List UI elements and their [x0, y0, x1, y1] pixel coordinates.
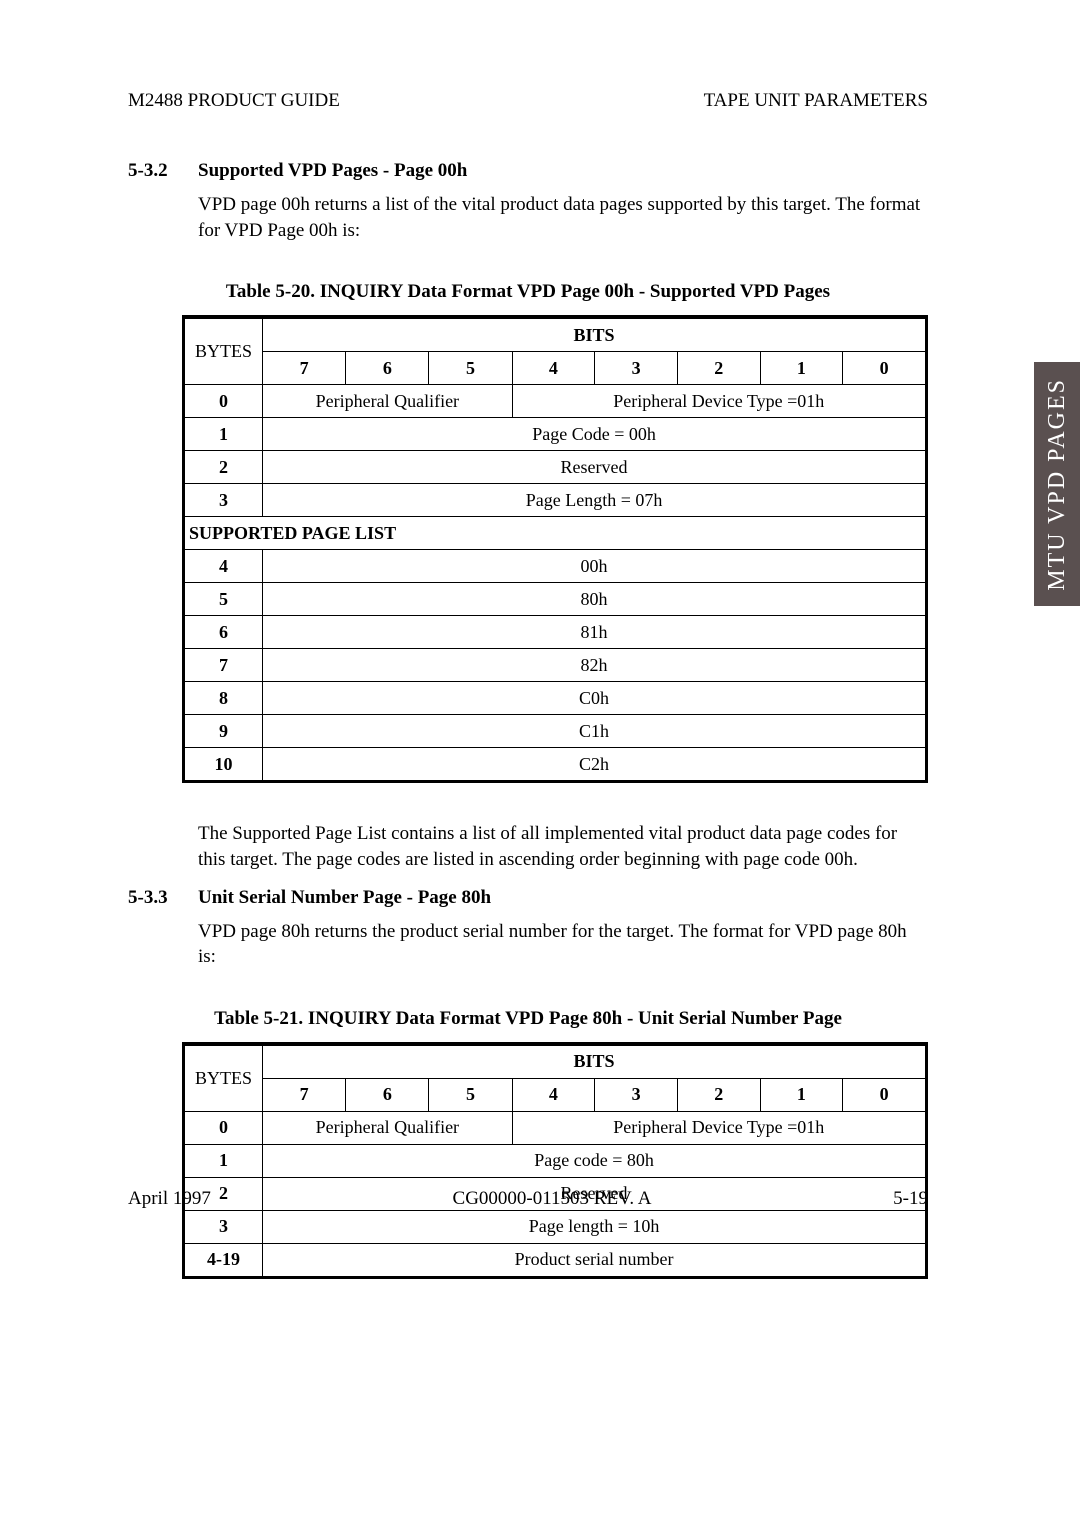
- cell: 81h: [263, 616, 926, 649]
- bit-col: 1: [760, 352, 843, 385]
- byte-index: 3: [185, 484, 263, 517]
- byte-index: 1: [185, 418, 263, 451]
- section-paragraph: VPD page 00h returns a list of the vital…: [198, 192, 928, 243]
- byte-index: 10: [185, 748, 263, 781]
- bit-col: 2: [677, 1078, 760, 1111]
- cell: Page length = 10h: [263, 1210, 926, 1243]
- footer-date: April 1997: [128, 1188, 211, 1210]
- byte-index: 4: [185, 550, 263, 583]
- cell: C2h: [263, 748, 926, 781]
- bits-header: BITS: [263, 318, 926, 352]
- table-caption: Table 5-20. INQUIRY Data Format VPD Page…: [128, 281, 928, 303]
- byte-index: 6: [185, 616, 263, 649]
- byte-index: 0: [185, 385, 263, 418]
- byte-index: 1: [185, 1144, 263, 1177]
- cell: Peripheral Qualifier: [263, 385, 512, 418]
- running-footer: April 1997 CG00000-011503 REV. A 5-19: [128, 1188, 928, 1210]
- cell: 80h: [263, 583, 926, 616]
- section-title: Supported VPD Pages - Page 00h: [198, 160, 467, 182]
- cell: Page Code = 00h: [263, 418, 926, 451]
- bits-header: BITS: [263, 1045, 926, 1079]
- bit-col: 6: [346, 352, 429, 385]
- cell: Peripheral Device Type =01h: [512, 1111, 925, 1144]
- footer-docnum: CG00000-011503 REV. A: [453, 1188, 652, 1210]
- bit-col: 6: [346, 1078, 429, 1111]
- byte-index: 0: [185, 1111, 263, 1144]
- section-title: Unit Serial Number Page - Page 80h: [198, 887, 491, 909]
- cell: 00h: [263, 550, 926, 583]
- cell: C0h: [263, 682, 926, 715]
- header-left: M2488 PRODUCT GUIDE: [128, 90, 340, 112]
- cell: C1h: [263, 715, 926, 748]
- cell: Product serial number: [263, 1243, 926, 1276]
- bit-col: 2: [677, 352, 760, 385]
- table-5-20: BYTES BITS 7 6 5 4 3 2 1 0 0 Peripheral …: [182, 315, 928, 783]
- bit-col: 0: [843, 1078, 926, 1111]
- byte-index: 4-19: [185, 1243, 263, 1276]
- section-heading: 5-3.3 Unit Serial Number Page - Page 80h: [128, 887, 928, 909]
- bytes-header: BYTES: [185, 1045, 263, 1112]
- side-tab-label: MTU VPD PAGES: [1044, 378, 1071, 591]
- byte-index: 2: [185, 451, 263, 484]
- byte-index: 7: [185, 649, 263, 682]
- section-heading: 5-3.2 Supported VPD Pages - Page 00h: [128, 160, 928, 182]
- cell: Reserved: [263, 451, 926, 484]
- bit-col: 7: [263, 1078, 346, 1111]
- table-5-21: BYTES BITS 7 6 5 4 3 2 1 0 0 Peripheral …: [182, 1042, 928, 1279]
- section-number: 5-3.3: [128, 887, 198, 909]
- bytes-header: BYTES: [185, 318, 263, 385]
- bit-col: 3: [595, 1078, 678, 1111]
- running-header: M2488 PRODUCT GUIDE TAPE UNIT PARAMETERS: [128, 90, 928, 112]
- byte-index: 5: [185, 583, 263, 616]
- byte-index: 9: [185, 715, 263, 748]
- cell: 82h: [263, 649, 926, 682]
- cell: Page code = 80h: [263, 1144, 926, 1177]
- header-right: TAPE UNIT PARAMETERS: [704, 90, 928, 112]
- side-tab: MTU VPD PAGES: [1034, 362, 1080, 606]
- bit-col: 4: [512, 1078, 595, 1111]
- page-content: M2488 PRODUCT GUIDE TAPE UNIT PARAMETERS…: [128, 90, 928, 1279]
- cell: Peripheral Qualifier: [263, 1111, 512, 1144]
- section-number: 5-3.2: [128, 160, 198, 182]
- footer-pagenum: 5-19: [893, 1188, 928, 1210]
- bit-col: 1: [760, 1078, 843, 1111]
- supported-page-list-header: SUPPORTED PAGE LIST: [185, 517, 926, 550]
- bit-col: 3: [595, 352, 678, 385]
- byte-index: 3: [185, 1210, 263, 1243]
- table-caption: Table 5-21. INQUIRY Data Format VPD Page…: [128, 1008, 928, 1030]
- bit-col: 4: [512, 352, 595, 385]
- bit-col: 0: [843, 352, 926, 385]
- cell: Page Length = 07h: [263, 484, 926, 517]
- cell: Peripheral Device Type =01h: [512, 385, 925, 418]
- bit-col: 7: [263, 352, 346, 385]
- byte-index: 8: [185, 682, 263, 715]
- bit-col: 5: [429, 1078, 512, 1111]
- paragraph: The Supported Page List contains a list …: [198, 821, 928, 872]
- bit-col: 5: [429, 352, 512, 385]
- section-paragraph: VPD page 80h returns the product serial …: [198, 919, 928, 970]
